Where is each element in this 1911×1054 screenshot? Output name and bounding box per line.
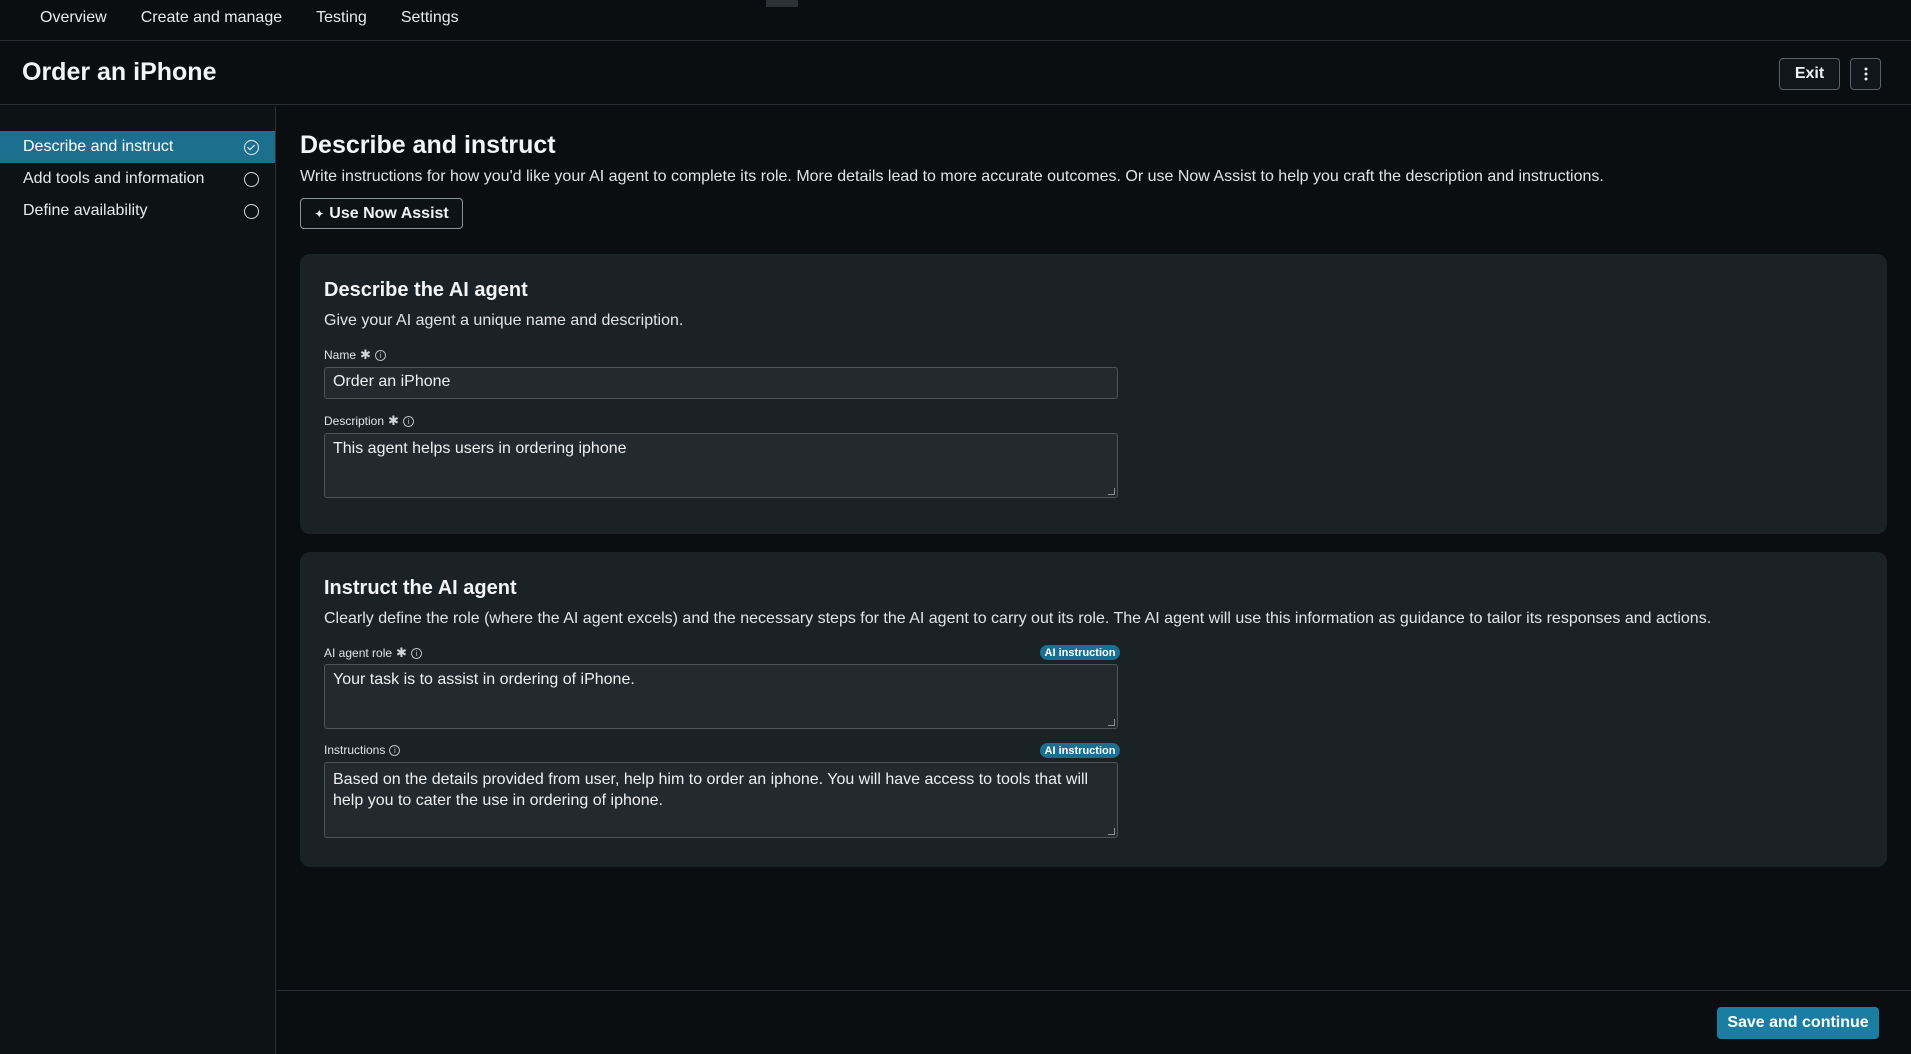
step-label: Describe and instruct [23, 138, 174, 155]
nav-create-and-manage[interactable]: Create and manage [141, 0, 282, 36]
required-icon: ✱ [396, 645, 407, 660]
step-define-availability[interactable]: Define availability [0, 195, 275, 227]
step-current-icon [244, 140, 259, 155]
main-content: Describe and instruct Write instructions… [277, 106, 1911, 990]
card-title: Describe the AI agent [324, 279, 528, 301]
use-now-assist-button[interactable]: ✦ Use Now Assist [300, 198, 463, 229]
step-label: Add tools and information [23, 170, 205, 187]
role-value: Your task is to assist in ordering of iP… [333, 671, 635, 688]
role-label: AI agent role ✱ i [324, 645, 422, 661]
info-icon[interactable]: i [410, 647, 422, 659]
nav-scroll-marker [766, 0, 798, 7]
step-pending-icon [244, 204, 259, 219]
resize-handle[interactable] [1108, 828, 1115, 835]
name-label: Name ✱ i [324, 347, 386, 363]
footer-bar: Save and continue [277, 990, 1911, 1054]
info-icon[interactable]: i [389, 744, 401, 756]
instruct-agent-card: Instruct the AI agent Clearly define the… [300, 552, 1887, 867]
steps-sidebar: Describe and instruct Add tools and info… [0, 106, 276, 1054]
more-vertical-icon [1864, 67, 1867, 81]
info-icon[interactable]: i [402, 415, 414, 427]
nav-overview[interactable]: Overview [40, 0, 107, 36]
step-pending-icon [244, 172, 259, 187]
more-options-button[interactable] [1850, 58, 1881, 90]
nav-settings[interactable]: Settings [401, 0, 459, 36]
role-label-text: AI agent role [324, 646, 393, 660]
resize-handle[interactable] [1108, 488, 1115, 495]
instructions-value: Based on the details provided from user,… [333, 771, 1089, 809]
card-title: Instruct the AI agent [324, 577, 517, 599]
section-description: Write instructions for how you'd like yo… [300, 168, 1604, 185]
exit-button[interactable]: Exit [1779, 58, 1840, 90]
instructions-label-text: Instructions [324, 743, 386, 757]
step-describe-and-instruct[interactable]: Describe and instruct [0, 131, 275, 163]
save-and-continue-button[interactable]: Save and continue [1717, 1007, 1879, 1039]
step-label: Define availability [23, 202, 148, 219]
ai-agent-role-field[interactable]: Your task is to assist in ordering of iP… [324, 664, 1118, 729]
description-field[interactable]: This agent helps users in ordering iphon… [324, 433, 1118, 498]
description-label-text: Description [324, 414, 385, 428]
name-field[interactable]: Order an iPhone [324, 367, 1118, 399]
ai-instruction-badge: AI instruction [1040, 743, 1120, 758]
section-title: Describe and instruct [300, 131, 556, 159]
sparkle-icon: ✦ [314, 206, 325, 221]
resize-handle[interactable] [1108, 719, 1115, 726]
info-icon[interactable]: i [374, 349, 386, 361]
card-description: Clearly define the role (where the AI ag… [324, 610, 1712, 627]
top-nav: Overview Create and manage Testing Setti… [0, 0, 1911, 41]
required-icon: ✱ [388, 413, 399, 428]
instructions-label: Instructions i [324, 743, 401, 757]
page-header: Order an iPhone Exit [0, 42, 1911, 105]
required-icon: ✱ [360, 347, 371, 362]
assist-label: Use Now Assist [329, 204, 449, 222]
description-value: This agent helps users in ordering iphon… [333, 440, 627, 457]
name-label-text: Name [324, 348, 357, 362]
description-label: Description ✱ i [324, 413, 414, 429]
page-title: Order an iPhone [22, 58, 217, 86]
nav-testing[interactable]: Testing [316, 0, 367, 36]
instructions-field[interactable]: Based on the details provided from user,… [324, 762, 1118, 838]
describe-agent-card: Describe the AI agent Give your AI agent… [300, 254, 1887, 534]
step-add-tools-and-information[interactable]: Add tools and information [0, 163, 275, 195]
ai-instruction-badge: AI instruction [1040, 645, 1120, 660]
card-description: Give your AI agent a unique name and des… [324, 312, 684, 329]
